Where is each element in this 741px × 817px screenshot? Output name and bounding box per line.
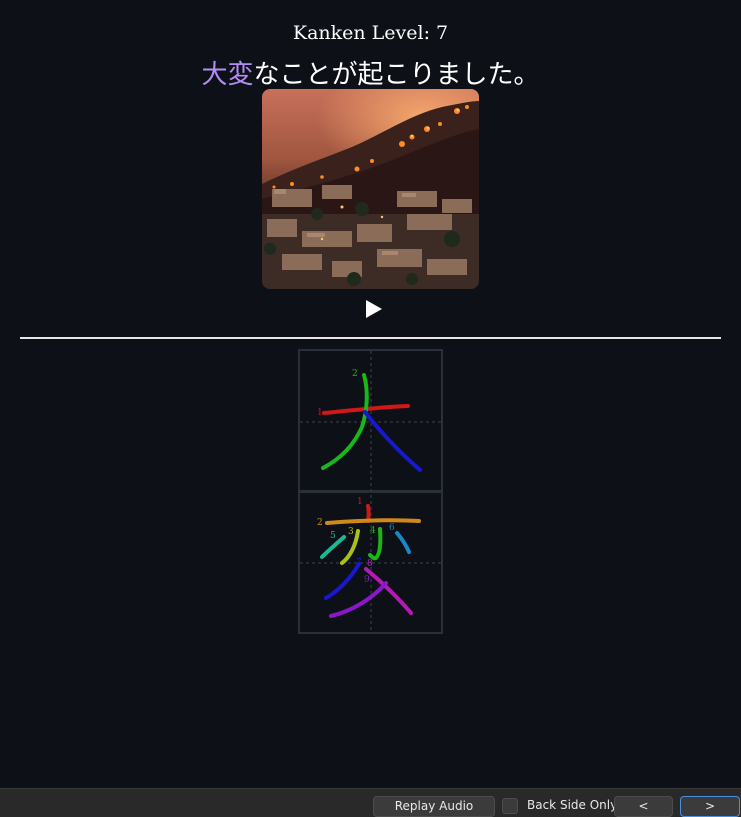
replay-audio-button[interactable]: Replay Audio	[373, 796, 495, 817]
bottom-toolbar: Replay Audio Back Side Only < >	[0, 788, 741, 817]
wildfire-photo	[262, 89, 479, 289]
next-card-button[interactable]: >	[680, 796, 740, 817]
play-icon	[366, 300, 382, 318]
example-sentence: 大変なことが起こりました。	[0, 54, 741, 91]
stroke-number: 6	[389, 523, 395, 533]
stroke-number: 2	[317, 518, 323, 528]
stroke-number: 3	[348, 527, 354, 537]
back-side-only-label: Back Side Only	[527, 798, 618, 812]
stroke-number: 7	[356, 558, 362, 568]
play-audio-button[interactable]	[364, 299, 384, 319]
stroke-number: 9	[364, 575, 370, 585]
stroke-number: 2	[352, 369, 358, 379]
stroke-number: 5	[330, 531, 336, 541]
stroke-number: 8	[367, 559, 373, 569]
stroke-order-diagram: 1 2 1 2 3 4 5 6 7 8 9	[298, 349, 443, 634]
divider	[20, 337, 721, 339]
sentence-rest: なことが起こりました。	[253, 60, 540, 90]
back-side-only-checkbox[interactable]	[502, 798, 518, 814]
target-word: 大変	[201, 60, 254, 90]
previous-card-button[interactable]: <	[614, 796, 673, 817]
stroke-number: 1	[357, 497, 363, 507]
card: Kanken Level: 7 大変なことが起こりました。 1 2 1 2 3 …	[0, 0, 741, 788]
stroke-order-svg: 1 2 1 2 3 4 5 6 7 8 9	[298, 349, 443, 634]
wildfire-illustration	[262, 89, 479, 289]
stroke-number: 4	[370, 526, 376, 536]
kanken-level: Kanken Level: 7	[292, 22, 449, 44]
stroke-number: 1	[317, 408, 323, 418]
